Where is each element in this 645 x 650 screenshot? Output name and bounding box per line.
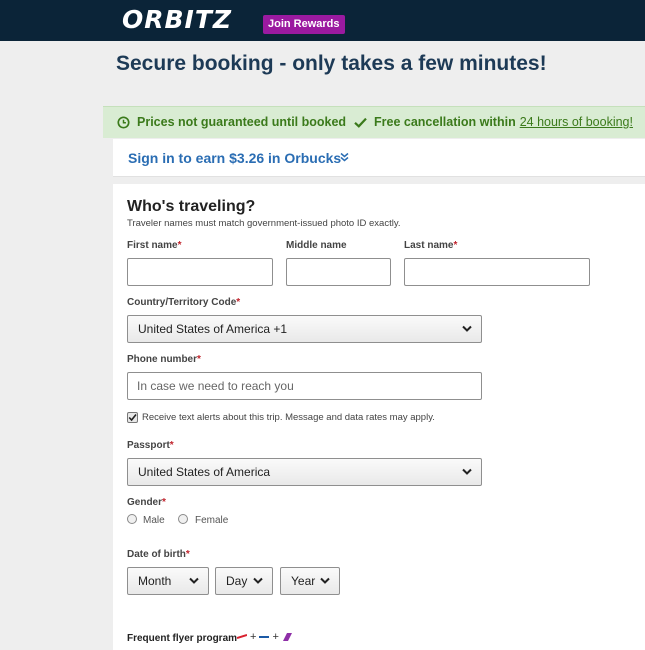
gender-male-label: Male xyxy=(143,515,165,526)
country-code-label: Country/Territory Code* xyxy=(127,297,241,308)
signin-link[interactable]: Sign in to earn $3.26 in Orbucks xyxy=(128,150,341,166)
chevron-down-icon xyxy=(320,577,330,584)
dob-year-value: Year xyxy=(291,574,316,588)
frequent-flyer-label: Frequent flyer program xyxy=(127,633,238,644)
orbitz-logo[interactable]: ORBITZ xyxy=(122,5,232,34)
middle-name-label: Middle name xyxy=(286,240,347,251)
last-name-input[interactable] xyxy=(404,258,590,286)
airline-logos: + + xyxy=(237,631,293,643)
passport-value: United States of America xyxy=(138,465,271,479)
price-notice: Prices not guaranteed until booked xyxy=(117,115,346,129)
checkmark-icon xyxy=(128,414,137,422)
text-alerts-label: Receive text alerts about this trip. Mes… xyxy=(142,412,435,423)
phone-label: Phone number* xyxy=(127,354,201,365)
top-bar: ORBITZ Join Rewards xyxy=(0,0,645,41)
double-chevron-down-icon[interactable] xyxy=(340,152,349,162)
gender-female-label: Female xyxy=(195,515,229,526)
dob-month-value: Month xyxy=(138,574,172,588)
country-code-value: United States of America +1 xyxy=(138,322,288,336)
country-code-select[interactable]: United States of America +1 xyxy=(127,315,482,343)
form-note: Traveler names must match government-iss… xyxy=(127,218,401,229)
form-title: Who's traveling? xyxy=(127,198,256,215)
cancellation-link[interactable]: 24 hours of booking! xyxy=(520,115,633,129)
info-banner: Prices not guaranteed until booked Free … xyxy=(103,106,645,138)
passport-label: Passport* xyxy=(127,440,174,451)
dob-year-select[interactable]: Year xyxy=(280,567,340,595)
gender-label: Gender* xyxy=(127,497,166,508)
first-name-label: First name* xyxy=(127,240,182,251)
chevron-down-icon xyxy=(253,577,263,584)
chevron-down-icon xyxy=(462,468,472,475)
price-notice-text: Prices not guaranteed until booked xyxy=(137,115,347,129)
join-rewards-button[interactable]: Join Rewards xyxy=(263,15,345,34)
passport-select[interactable]: United States of America xyxy=(127,458,482,486)
airline-logo-icon xyxy=(237,634,247,639)
page-title: Secure booking - only takes a few minute… xyxy=(116,52,547,75)
phone-input[interactable] xyxy=(127,372,482,400)
dob-month-select[interactable]: Month xyxy=(127,567,209,595)
signin-bar: Sign in to earn $3.26 in Orbucks xyxy=(113,139,645,177)
dob-day-value: Day xyxy=(226,574,248,588)
text-alerts-checkbox[interactable] xyxy=(127,412,138,423)
clock-icon xyxy=(117,115,130,129)
airline-logo-icon xyxy=(259,636,270,638)
dob-day-select[interactable]: Day xyxy=(215,567,273,595)
gender-female-radio[interactable] xyxy=(178,514,188,524)
checkmark-icon xyxy=(354,117,367,128)
last-name-label: Last name* xyxy=(404,240,458,251)
cancellation-notice: Free cancellation within 24 hours of boo… xyxy=(354,115,633,129)
chevron-down-icon xyxy=(189,577,199,584)
chevron-down-icon xyxy=(462,325,472,332)
first-name-input[interactable] xyxy=(127,258,273,286)
gender-male-radio[interactable] xyxy=(127,514,137,524)
traveler-form: Who's traveling? Traveler names must mat… xyxy=(113,184,645,650)
cancellation-text: Free cancellation within xyxy=(374,115,516,129)
airline-logo-icon xyxy=(282,633,292,641)
middle-name-input[interactable] xyxy=(286,258,391,286)
dob-label: Date of birth* xyxy=(127,549,190,560)
